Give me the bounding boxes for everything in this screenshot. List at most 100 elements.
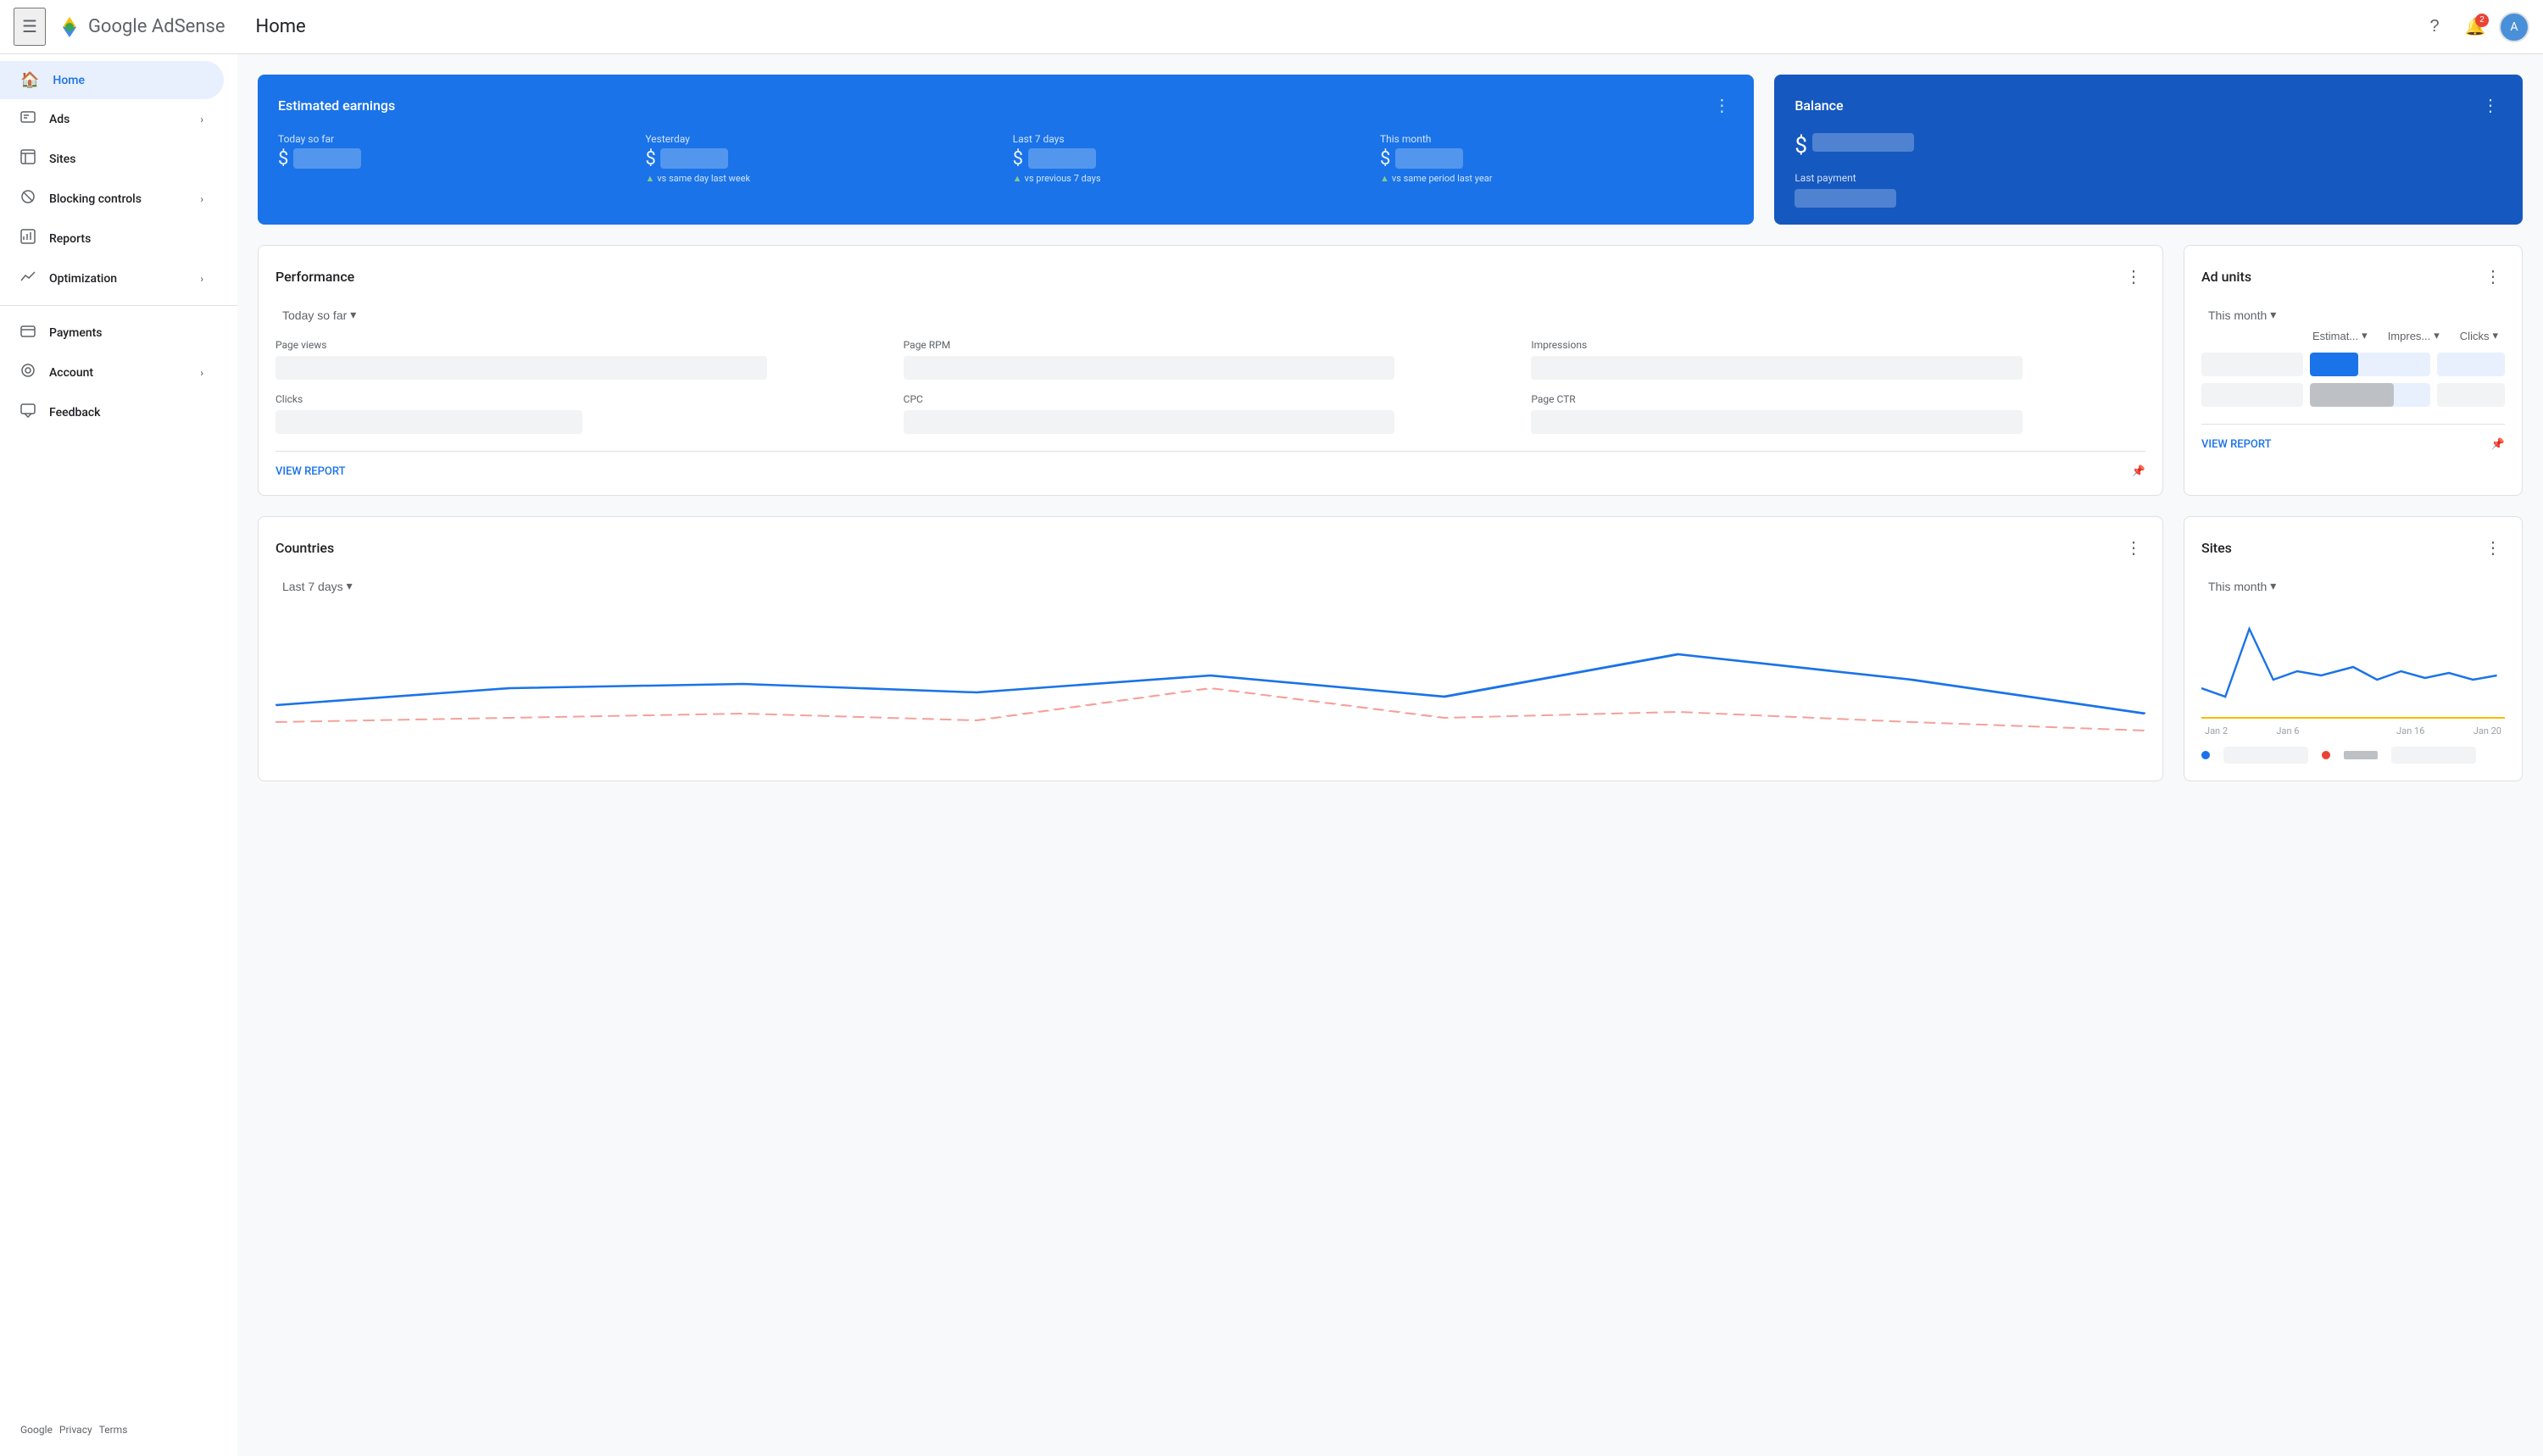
dollar-sign: $ — [1013, 148, 1023, 169]
sidebar-item-label: Optimization — [49, 272, 117, 286]
sites-chart-svg — [2201, 603, 2505, 722]
sidebar-item-optimization[interactable]: Optimization › — [0, 258, 224, 298]
ad-units-period-button[interactable]: This month ▾ — [2201, 304, 2283, 325]
sidebar-item-reports[interactable]: Reports — [0, 219, 224, 258]
feedback-icon — [20, 403, 36, 422]
last7-change: ▲ vs previous 7 days — [1013, 173, 1366, 184]
sidebar-item-payments[interactable]: Payments — [0, 313, 224, 353]
dollar-sign: $ — [1380, 148, 1390, 169]
ad-units-more-button[interactable]: ⋮ — [2481, 263, 2505, 291]
ad-units-header: Ad units ⋮ — [2201, 263, 2505, 291]
sidebar-item-home[interactable]: 🏠 Home — [0, 61, 224, 99]
filter-impres-label: Impres... — [2388, 330, 2431, 342]
impressions-value — [1531, 356, 2023, 380]
balance-card: Balance ⋮ $ Last payment — [1774, 75, 2523, 225]
performance-more-button[interactable]: ⋮ — [2122, 263, 2145, 291]
sidebar-item-account[interactable]: Account › — [0, 353, 224, 392]
privacy-link[interactable]: Privacy — [59, 1424, 92, 1436]
pin-icon: 📌 — [2491, 438, 2505, 451]
metric-cpc: CPC — [904, 393, 1518, 434]
avatar[interactable]: A — [2499, 12, 2529, 42]
dollar-sign: $ — [278, 148, 288, 169]
payments-icon — [20, 323, 36, 342]
reports-icon — [20, 229, 36, 248]
sidebar-item-blocking-controls[interactable]: Blocking controls › — [0, 179, 224, 219]
page-title: Home — [256, 16, 306, 37]
metric-impressions: Impressions — [1531, 339, 2145, 380]
filter-impres-button[interactable]: Impres... ▾ — [2381, 325, 2446, 346]
sites-card: Sites ⋮ This month ▾ Jan 2 Jan 6 — [2184, 516, 2523, 781]
notification-count: 2 — [2475, 14, 2489, 27]
ad-units-filter-row: Estimat... ▾ Impres... ▾ Clicks ▾ — [2201, 325, 2505, 346]
bar-track-2 — [2310, 383, 2430, 407]
bar-label-1 — [2201, 353, 2303, 376]
metric-page-views: Page views — [275, 339, 890, 380]
performance-metrics-grid: Page views Page RPM Impressions Clicks C… — [275, 339, 2145, 434]
earnings-more-button[interactable]: ⋮ — [1710, 92, 1733, 119]
filter-clicks-button[interactable]: Clicks ▾ — [2453, 325, 2505, 346]
avatar-letter: A — [2510, 20, 2518, 34]
cpc-label: CPC — [904, 393, 1518, 405]
sidebar-item-label: Blocking controls — [49, 192, 142, 206]
expand-arrow-icon: › — [200, 367, 203, 379]
help-button[interactable]: ? — [2418, 10, 2451, 44]
yesterday-amount: $ — [645, 148, 999, 169]
hamburger-menu-button[interactable]: ☰ — [14, 8, 46, 46]
thismonth-value — [1395, 148, 1463, 169]
thismonth-amount: $ — [1380, 148, 1733, 169]
today-label: Today so far — [278, 133, 632, 145]
sidebar-item-sites[interactable]: Sites — [0, 139, 224, 179]
ad-units-chart — [2201, 353, 2505, 407]
earnings-thismonth: This month $ ▲ vs same period last year — [1380, 133, 1733, 184]
performance-period-button[interactable]: Today so far ▾ — [275, 304, 363, 325]
countries-card: Countries ⋮ Last 7 days ▾ — [258, 516, 2163, 781]
sidebar-footer: Google Privacy Terms — [0, 1410, 237, 1449]
sites-more-button[interactable]: ⋮ — [2481, 534, 2505, 562]
sidebar-item-feedback[interactable]: Feedback — [0, 392, 224, 432]
filter-estimat-button[interactable]: Estimat... ▾ — [2306, 325, 2374, 346]
ad-units-view-report-link[interactable]: VIEW REPORT 📌 — [2201, 424, 2505, 451]
expand-arrow-icon: › — [200, 273, 203, 285]
sidebar-item-label: Reports — [49, 232, 91, 246]
dollar-sign: $ — [1795, 133, 1807, 158]
google-link[interactable]: Google — [20, 1424, 53, 1436]
app-name: Google AdSense — [88, 16, 225, 37]
balance-more-button[interactable]: ⋮ — [2479, 92, 2502, 119]
sites-period-button[interactable]: This month ▾ — [2201, 575, 2283, 597]
bar-value-2 — [2437, 383, 2505, 407]
logo-area: Google AdSense — [56, 14, 225, 41]
performance-title: Performance — [275, 269, 354, 285]
terms-link[interactable]: Terms — [99, 1424, 128, 1436]
countries-more-button[interactable]: ⋮ — [2122, 534, 2145, 562]
balance-amount: $ — [1795, 133, 2502, 158]
nav-right: ? 🔔 2 A — [2418, 10, 2529, 44]
top-nav: ☰ Google AdSense Home ? 🔔 2 A — [0, 0, 2543, 54]
earnings-title: Estimated earnings — [278, 97, 395, 114]
last7-label: Last 7 days — [1013, 133, 1366, 145]
expand-arrow-icon: › — [200, 114, 203, 125]
page-ctr-value — [1531, 410, 2023, 434]
clicks-label: Clicks — [275, 393, 890, 405]
dropdown-arrow-icon: ▾ — [350, 308, 356, 322]
performance-view-report-link[interactable]: VIEW REPORT 📌 — [275, 451, 2145, 478]
help-icon: ? — [2429, 17, 2439, 36]
period-label: This month — [2208, 580, 2267, 593]
pin-icon: 📌 — [2132, 465, 2145, 478]
today-amount: $ — [278, 148, 632, 169]
last-payment-value — [1795, 189, 1896, 208]
yesterday-compare-text: vs same day last week — [657, 173, 750, 184]
clicks-value — [275, 410, 582, 434]
filter-estimat-label: Estimat... — [2312, 330, 2358, 342]
x-axis: Jan 2 Jan 6 Jan 16 Jan 20 — [2201, 725, 2505, 736]
top-banner-row: Estimated earnings ⋮ Today so far $ Yest… — [258, 75, 2523, 225]
period-label: Last 7 days — [282, 580, 343, 593]
sidebar-item-ads[interactable]: Ads › — [0, 99, 224, 139]
dropdown-arrow-icon: ▾ — [2270, 579, 2276, 593]
x-label-jan6: Jan 6 — [2276, 725, 2299, 736]
legend-grey-bar — [2344, 751, 2378, 759]
notifications-button[interactable]: 🔔 2 — [2458, 10, 2492, 44]
sites-title: Sites — [2201, 540, 2232, 556]
x-label-jan20: Jan 20 — [2473, 725, 2501, 736]
dropdown-arrow-icon: ▾ — [2434, 329, 2440, 342]
countries-period-button[interactable]: Last 7 days ▾ — [275, 575, 359, 597]
